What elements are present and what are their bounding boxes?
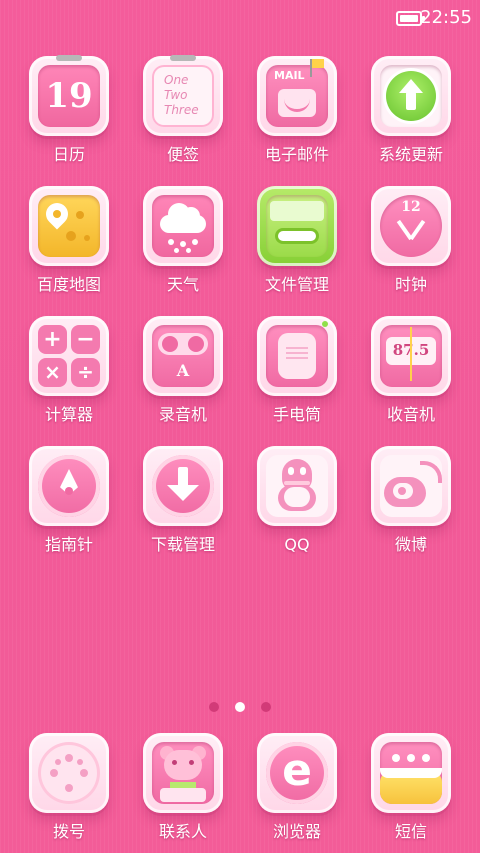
app-system-update[interactable]: 系统更新	[356, 56, 466, 174]
dock-contacts[interactable]: 联系人	[128, 733, 238, 851]
recorder-icon: A	[143, 316, 223, 396]
notes-line-1: One	[164, 73, 189, 87]
download-icon	[143, 446, 223, 526]
app-label: 录音机	[158, 405, 207, 424]
app-download-manager[interactable]: 下载管理	[128, 446, 238, 564]
dock-browser[interactable]: e 浏览器	[242, 733, 352, 851]
browser-glyph: e	[282, 744, 312, 796]
app-label: 微博	[394, 535, 427, 554]
app-flashlight[interactable]: 手电筒	[242, 316, 352, 434]
app-label: 收音机	[386, 405, 435, 424]
flashlight-icon	[257, 316, 337, 396]
update-icon	[371, 56, 451, 136]
radio-icon: 87.5	[371, 316, 451, 396]
app-label: 系统更新	[378, 145, 443, 164]
status-bar: 22:55	[0, 0, 480, 36]
app-calculator[interactable]: + − × ÷ 计算器	[14, 316, 124, 434]
app-label: 短信	[394, 822, 427, 841]
page-dot-3[interactable]	[261, 702, 271, 712]
qq-icon	[257, 446, 337, 526]
mail-icon: MAIL	[257, 56, 337, 136]
app-label: 手电筒	[272, 405, 321, 424]
app-label: 下载管理	[150, 535, 215, 554]
app-label: 文件管理	[264, 275, 329, 294]
dialer-icon	[29, 733, 109, 813]
app-qq[interactable]: QQ	[242, 446, 352, 564]
app-label: 百度地图	[36, 275, 101, 294]
app-notes[interactable]: One Two Three 便签	[128, 55, 238, 174]
notes-line-2: Two	[164, 88, 188, 102]
dock-messages[interactable]: 短信	[356, 733, 466, 851]
app-mail[interactable]: MAIL 电子邮件	[242, 56, 352, 174]
app-label: 拨号	[52, 822, 85, 841]
status-time: 22:55	[420, 7, 472, 28]
clock-icon: 12	[371, 186, 451, 266]
app-label: 天气	[166, 275, 199, 294]
calendar-date: 19	[45, 76, 93, 116]
page-dot-1[interactable]	[209, 702, 219, 712]
battery-icon	[396, 11, 425, 26]
app-file-manager[interactable]: 文件管理	[242, 186, 352, 304]
map-icon	[29, 186, 109, 266]
app-label: 计算器	[44, 405, 93, 424]
weibo-icon	[371, 446, 451, 526]
app-weather[interactable]: 天气	[128, 186, 238, 304]
clock-numeral: 12	[401, 199, 421, 215]
contacts-icon	[143, 733, 223, 813]
file-manager-icon	[257, 186, 337, 266]
app-recorder[interactable]: A 录音机	[128, 316, 238, 434]
app-label: 浏览器	[272, 822, 321, 841]
app-baidu-map[interactable]: 百度地图	[14, 186, 124, 304]
app-label: 日历	[52, 145, 85, 164]
weather-icon	[143, 186, 223, 266]
app-label: 联系人	[158, 822, 207, 841]
calendar-icon: 19	[29, 55, 109, 136]
calculator-icon: + − × ÷	[29, 316, 109, 396]
dock-dialer[interactable]: 拨号	[14, 733, 124, 851]
app-label: 指南针	[44, 535, 93, 554]
compass-icon	[29, 446, 109, 526]
app-calendar[interactable]: 19 日历	[14, 55, 124, 174]
app-label: QQ	[284, 535, 310, 554]
app-label: 时钟	[394, 275, 427, 294]
app-radio[interactable]: 87.5 收音机	[356, 316, 466, 434]
app-weibo[interactable]: 微博	[356, 446, 466, 564]
dock: 拨号 联系人 e 浏览器 短信	[0, 733, 480, 853]
app-label: 电子邮件	[264, 145, 329, 164]
messages-icon	[371, 733, 451, 813]
recorder-letter: A	[176, 361, 190, 380]
notes-line-3: Three	[164, 103, 199, 117]
page-dot-2[interactable]	[235, 702, 245, 712]
app-clock[interactable]: 12 时钟	[356, 186, 466, 304]
app-compass[interactable]: 指南针	[14, 446, 124, 564]
notes-icon: One Two Three	[143, 55, 223, 136]
mail-text: MAIL	[274, 69, 305, 82]
page-indicator[interactable]	[0, 697, 480, 712]
app-label: 便签	[166, 145, 199, 164]
browser-icon: e	[257, 733, 337, 813]
